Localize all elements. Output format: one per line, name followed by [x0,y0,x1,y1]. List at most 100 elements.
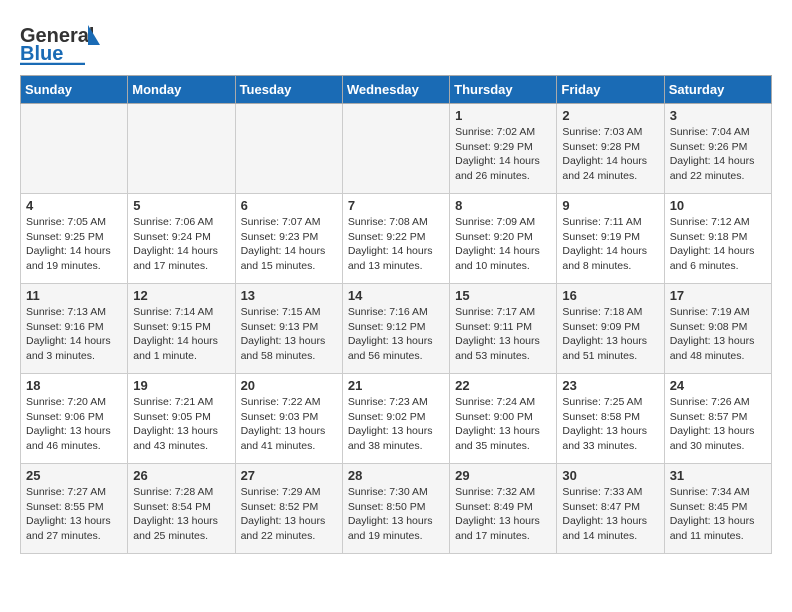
day-info: Sunrise: 7:12 AMSunset: 9:18 PMDaylight:… [670,215,766,274]
weekday-header-friday: Friday [557,76,664,104]
day-number: 29 [455,468,551,483]
day-info: Sunrise: 7:19 AMSunset: 9:08 PMDaylight:… [670,305,766,364]
calendar-cell: 11 Sunrise: 7:13 AMSunset: 9:16 PMDayligh… [21,284,128,374]
day-info: Sunrise: 7:30 AMSunset: 8:50 PMDaylight:… [348,485,444,544]
day-info: Sunrise: 7:16 AMSunset: 9:12 PMDaylight:… [348,305,444,364]
day-info: Sunrise: 7:13 AMSunset: 9:16 PMDaylight:… [26,305,122,364]
day-info: Sunrise: 7:06 AMSunset: 9:24 PMDaylight:… [133,215,229,274]
calendar-cell [128,104,235,194]
day-number: 21 [348,378,444,393]
calendar-week-5: 25 Sunrise: 7:27 AMSunset: 8:55 PMDayligh… [21,464,772,554]
day-info: Sunrise: 7:18 AMSunset: 9:09 PMDaylight:… [562,305,658,364]
calendar-cell: 25 Sunrise: 7:27 AMSunset: 8:55 PMDayligh… [21,464,128,554]
calendar-cell: 26 Sunrise: 7:28 AMSunset: 8:54 PMDayligh… [128,464,235,554]
day-info: Sunrise: 7:11 AMSunset: 9:19 PMDaylight:… [562,215,658,274]
day-info: Sunrise: 7:08 AMSunset: 9:22 PMDaylight:… [348,215,444,274]
calendar-cell: 24Sunrise: 7:26 AMSunset: 8:57 PMDayligh… [664,374,771,464]
day-number: 2 [562,108,658,123]
day-info: Sunrise: 7:22 AMSunset: 9:03 PMDaylight:… [241,395,337,454]
day-number: 7 [348,198,444,213]
weekday-header-tuesday: Tuesday [235,76,342,104]
day-number: 1 [455,108,551,123]
calendar-cell: 12 Sunrise: 7:14 AMSunset: 9:15 PMDayligh… [128,284,235,374]
calendar-cell: 16Sunrise: 7:18 AMSunset: 9:09 PMDayligh… [557,284,664,374]
svg-text:Blue: Blue [20,43,63,65]
day-info: Sunrise: 7:14 AMSunset: 9:15 PMDaylight:… [133,305,229,364]
day-number: 28 [348,468,444,483]
day-number: 27 [241,468,337,483]
day-number: 3 [670,108,766,123]
day-info: Sunrise: 7:17 AMSunset: 9:11 PMDaylight:… [455,305,551,364]
calendar-cell: 14Sunrise: 7:16 AMSunset: 9:12 PMDayligh… [342,284,449,374]
day-info: Sunrise: 7:15 AMSunset: 9:13 PMDaylight:… [241,305,337,364]
calendar-cell: 17 Sunrise: 7:19 AMSunset: 9:08 PMDayligh… [664,284,771,374]
day-number: 30 [562,468,658,483]
day-number: 17 [670,288,766,303]
day-number: 31 [670,468,766,483]
weekday-header-wednesday: Wednesday [342,76,449,104]
day-number: 5 [133,198,229,213]
calendar-cell: 18Sunrise: 7:20 AMSunset: 9:06 PMDayligh… [21,374,128,464]
day-number: 6 [241,198,337,213]
day-number: 4 [26,198,122,213]
calendar-cell: 27 Sunrise: 7:29 AMSunset: 8:52 PMDayligh… [235,464,342,554]
calendar-cell: 31 Sunrise: 7:34 AMSunset: 8:45 PMDayligh… [664,464,771,554]
calendar-cell: 22 Sunrise: 7:24 AMSunset: 9:00 PMDayligh… [450,374,557,464]
day-info: Sunrise: 7:28 AMSunset: 8:54 PMDaylight:… [133,485,229,544]
logo: General Blue [20,20,100,65]
day-number: 10 [670,198,766,213]
day-number: 8 [455,198,551,213]
day-number: 20 [241,378,337,393]
day-info: Sunrise: 7:02 AMSunset: 9:29 PMDaylight:… [455,125,551,184]
calendar-cell: 23 Sunrise: 7:25 AMSunset: 8:58 PMDayligh… [557,374,664,464]
day-number: 25 [26,468,122,483]
calendar-cell: 20 Sunrise: 7:22 AMSunset: 9:03 PMDayligh… [235,374,342,464]
day-info: Sunrise: 7:29 AMSunset: 8:52 PMDaylight:… [241,485,337,544]
calendar-week-4: 18Sunrise: 7:20 AMSunset: 9:06 PMDayligh… [21,374,772,464]
day-number: 23 [562,378,658,393]
weekday-header-thursday: Thursday [450,76,557,104]
calendar-cell: 30 Sunrise: 7:33 AMSunset: 8:47 PMDayligh… [557,464,664,554]
day-info: Sunrise: 7:27 AMSunset: 8:55 PMDaylight:… [26,485,122,544]
calendar-week-3: 11 Sunrise: 7:13 AMSunset: 9:16 PMDayligh… [21,284,772,374]
day-info: Sunrise: 7:33 AMSunset: 8:47 PMDaylight:… [562,485,658,544]
day-number: 15 [455,288,551,303]
day-number: 13 [241,288,337,303]
calendar-cell: 28 Sunrise: 7:30 AMSunset: 8:50 PMDayligh… [342,464,449,554]
day-info: Sunrise: 7:24 AMSunset: 9:00 PMDaylight:… [455,395,551,454]
day-number: 22 [455,378,551,393]
day-number: 26 [133,468,229,483]
weekday-header-row: SundayMondayTuesdayWednesdayThursdayFrid… [21,76,772,104]
calendar-cell: 29 Sunrise: 7:32 AMSunset: 8:49 PMDayligh… [450,464,557,554]
calendar-week-1: 1 Sunrise: 7:02 AMSunset: 9:29 PMDaylight… [21,104,772,194]
calendar-cell: 2 Sunrise: 7:03 AMSunset: 9:28 PMDaylight… [557,104,664,194]
calendar-cell: 4 Sunrise: 7:05 AMSunset: 9:25 PMDaylight… [21,194,128,284]
weekday-header-monday: Monday [128,76,235,104]
calendar-cell [21,104,128,194]
day-info: Sunrise: 7:03 AMSunset: 9:28 PMDaylight:… [562,125,658,184]
calendar-cell: 21 Sunrise: 7:23 AMSunset: 9:02 PMDayligh… [342,374,449,464]
calendar-cell [235,104,342,194]
day-info: Sunrise: 7:09 AMSunset: 9:20 PMDaylight:… [455,215,551,274]
day-info: Sunrise: 7:25 AMSunset: 8:58 PMDaylight:… [562,395,658,454]
page-header: General Blue [20,20,772,65]
calendar-cell: 6 Sunrise: 7:07 AMSunset: 9:23 PMDaylight… [235,194,342,284]
day-info: Sunrise: 7:07 AMSunset: 9:23 PMDaylight:… [241,215,337,274]
day-info: Sunrise: 7:32 AMSunset: 8:49 PMDaylight:… [455,485,551,544]
day-info: Sunrise: 7:05 AMSunset: 9:25 PMDaylight:… [26,215,122,274]
calendar-cell: 1 Sunrise: 7:02 AMSunset: 9:29 PMDaylight… [450,104,557,194]
day-info: Sunrise: 7:26 AMSunset: 8:57 PMDaylight:… [670,395,766,454]
calendar-cell [342,104,449,194]
calendar-cell: 13 Sunrise: 7:15 AMSunset: 9:13 PMDayligh… [235,284,342,374]
calendar-cell: 15 Sunrise: 7:17 AMSunset: 9:11 PMDayligh… [450,284,557,374]
calendar-week-2: 4 Sunrise: 7:05 AMSunset: 9:25 PMDaylight… [21,194,772,284]
calendar-cell: 5 Sunrise: 7:06 AMSunset: 9:24 PMDaylight… [128,194,235,284]
logo-svg: General Blue [20,20,100,65]
day-number: 18 [26,378,122,393]
calendar-cell: 8 Sunrise: 7:09 AMSunset: 9:20 PMDaylight… [450,194,557,284]
day-number: 11 [26,288,122,303]
day-info: Sunrise: 7:21 AMSunset: 9:05 PMDaylight:… [133,395,229,454]
day-info: Sunrise: 7:34 AMSunset: 8:45 PMDaylight:… [670,485,766,544]
day-info: Sunrise: 7:23 AMSunset: 9:02 PMDaylight:… [348,395,444,454]
day-number: 12 [133,288,229,303]
